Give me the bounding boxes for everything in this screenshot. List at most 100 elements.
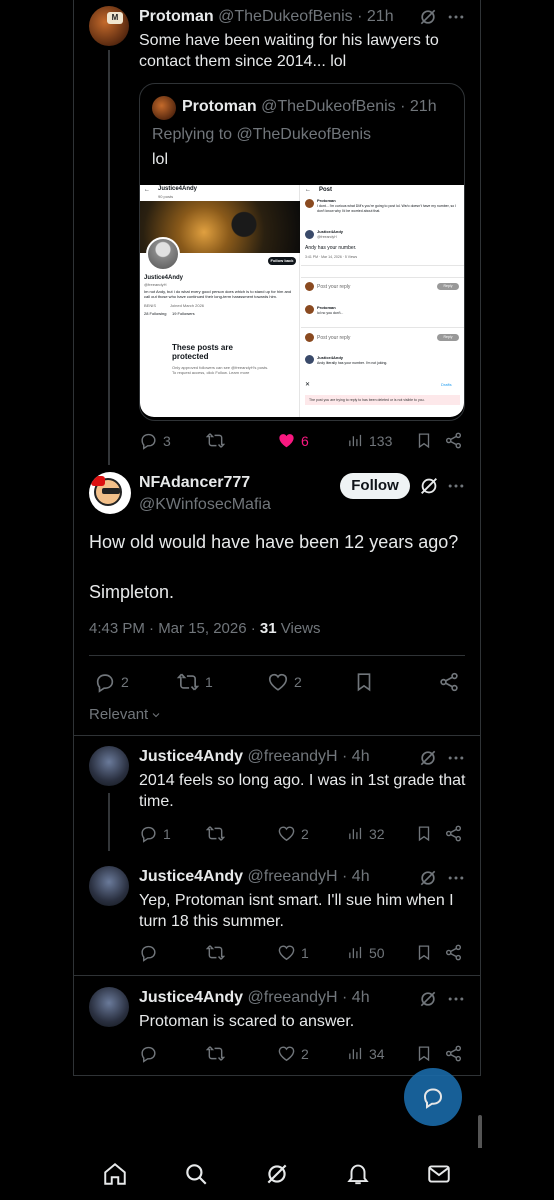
deleted-notice: The post you are trying to reply to has … [305,395,460,405]
views-action[interactable]: 34 [347,1044,385,1063]
mail-icon[interactable] [426,1161,452,1187]
bell-icon[interactable] [345,1161,371,1187]
like-action[interactable]: 2 [277,824,309,843]
share-action[interactable] [438,671,460,693]
share-action[interactable] [444,943,463,962]
like-action[interactable]: 2 [267,671,302,693]
separator-dot: · [400,98,406,115]
bottom-nav [0,1148,554,1200]
like-count: 2 [301,825,309,842]
author-name[interactable]: Protoman [139,8,214,25]
share-action[interactable] [444,1044,463,1063]
avatar[interactable] [89,746,129,786]
views-action[interactable]: 50 [347,943,385,962]
avatar [305,282,314,291]
views-action[interactable]: 133 [347,431,392,450]
divider [301,327,464,328]
reply-action[interactable]: 3 [139,431,171,450]
more-icon[interactable] [446,7,466,27]
p4-text: Andy literally has your number. I'm not … [317,361,388,365]
like-action[interactable]: 6 [277,431,309,450]
p3-text: lol no you don't... [317,311,344,315]
author-handle[interactable]: @freeandyH [248,748,338,765]
author-handle[interactable]: @freeandyH [248,989,338,1006]
divider [73,735,481,736]
bookmark-action[interactable] [415,1044,433,1063]
author-name[interactable]: Justice4Andy [139,868,243,885]
reply-count: 1 [163,825,171,842]
avatar [152,96,176,120]
retweet-action[interactable] [206,431,225,450]
thread-line [108,50,110,465]
avatar[interactable] [89,987,129,1027]
post-time[interactable]: 21h [367,8,394,25]
more-icon[interactable] [446,989,466,1009]
bookmark-action[interactable] [415,943,433,962]
more-icon[interactable] [446,476,466,496]
like-action[interactable]: 1 [277,943,309,962]
like-action[interactable]: 2 [277,1044,309,1063]
avatar[interactable] [89,866,129,906]
retweet-action[interactable] [206,1044,225,1063]
quote-time: 21h [409,98,437,115]
tweet-text: Protoman is scared to answer. [139,1013,355,1030]
post-timestamp[interactable]: 4:43 PM · Mar 15, 2026 · [89,620,260,637]
quote-image[interactable]: ← Justice4Andy 90 posts Follow back Just… [140,185,464,417]
author-handle[interactable]: @KWinfosecMafia [139,496,271,514]
author-handle[interactable]: @freeandyH [248,868,338,885]
post-time[interactable]: 4h [352,989,370,1006]
grok-icon[interactable] [418,748,438,768]
retweet-action[interactable]: 1 [176,671,213,693]
reply-count: 3 [163,432,171,449]
more-icon[interactable] [446,868,466,888]
author-name[interactable]: Justice4Andy [139,989,243,1006]
bookmark-action[interactable] [415,824,433,843]
back-arrow-icon: ← [144,187,150,193]
avatar[interactable] [89,472,131,514]
retweet-action[interactable] [206,824,225,843]
tweet-text-line: contact them since 2014... lol [139,53,347,70]
share-action[interactable] [444,431,463,450]
profile-screenshot: ← Justice4Andy 90 posts Follow back Just… [140,185,300,417]
reply-placeholder: Post your reply [317,335,351,341]
follow-button[interactable]: Follow [340,473,410,499]
p2-handle: @freeandyH [317,235,337,239]
avatar [305,230,314,239]
reply-action[interactable] [139,943,158,962]
reply-action[interactable]: 1 [139,824,171,843]
p2-name: Justice4Andy [317,229,344,234]
post-time[interactable]: 4h [352,748,370,765]
quoted-post[interactable]: Protoman @TheDukeofBenis · 21h Replying … [139,83,465,421]
author-name[interactable]: NFAdancer777 [139,474,250,492]
tweet-header: Justice4Andy @freeandyH · 4h [139,868,370,886]
bookmark-action[interactable] [353,671,375,693]
more-icon[interactable] [446,748,466,768]
p4-name: Justice4Andy [317,355,344,360]
reply-action[interactable] [139,1044,158,1063]
reply-action[interactable]: 2 [94,671,129,693]
avatar[interactable]: M [89,6,129,46]
grok-icon[interactable] [418,475,440,497]
bookmark-action[interactable] [415,431,433,450]
back-arrow-icon: ← [305,187,311,193]
retweet-action[interactable] [206,943,225,962]
separator-dot: · [342,748,348,765]
profile-followers: 19 Followers [172,311,195,316]
share-action[interactable] [444,824,463,843]
views-action[interactable]: 32 [347,824,385,843]
author-handle[interactable]: @TheDukeofBenis [218,8,353,25]
p3-name: Protoman [317,305,336,310]
post-time[interactable]: 4h [352,868,370,885]
quote-header: Protoman @TheDukeofBenis · 21h [182,98,437,116]
home-icon[interactable] [102,1161,128,1187]
grok-icon[interactable] [264,1161,290,1187]
avatar [305,333,314,342]
sort-dropdown[interactable]: Relevant [89,706,162,723]
grok-icon[interactable] [418,989,438,1009]
author-name[interactable]: Justice4Andy [139,748,243,765]
search-icon[interactable] [183,1161,209,1187]
compose-reply-fab[interactable] [404,1068,462,1126]
grok-icon[interactable] [418,868,438,888]
divider [73,975,481,976]
grok-icon[interactable] [418,7,438,27]
